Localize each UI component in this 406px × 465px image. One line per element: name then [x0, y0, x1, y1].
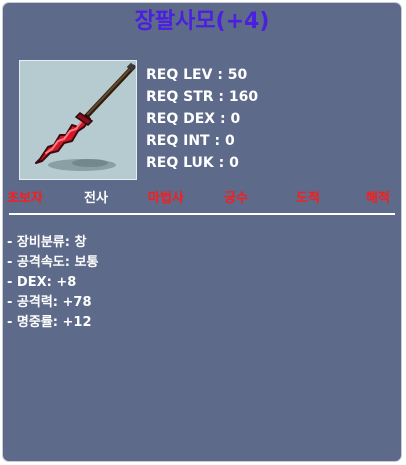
- job-restrictions: 초보자 전사 마법사 궁수 도적 해적: [3, 190, 401, 212]
- item-title: 장팔사모(+4): [134, 9, 270, 34]
- job-magician: 마법사: [148, 191, 184, 206]
- stat-attack-speed: - 공격속도: 보통: [7, 255, 99, 270]
- req-level: REQ LEV : 50: [146, 67, 248, 83]
- job-beginner: 초보자: [7, 191, 43, 206]
- item-image-frame: [19, 60, 137, 180]
- req-dex: REQ DEX : 0: [146, 111, 241, 127]
- stat-equip-type: - 장비분류: 창: [7, 235, 87, 250]
- item-tooltip-panel: 장팔사모(+4) REQ LEV : 50 REQ STR : 160 REQ …: [3, 3, 401, 461]
- red-spear-icon: [35, 62, 136, 171]
- req-int: REQ INT : 0: [146, 133, 235, 149]
- stat-attack: - 공격력: +78: [7, 295, 92, 310]
- item-stats-list: - 장비분류: 창 - 공격속도: 보통 - DEX: +8 - 공격력: +7…: [7, 233, 98, 333]
- requirements-list: REQ LEV : 50 REQ STR : 160 REQ DEX : 0 R…: [146, 64, 258, 174]
- job-warrior: 전사: [84, 191, 108, 206]
- job-thief: 도적: [296, 191, 320, 206]
- req-str: REQ STR : 160: [146, 89, 259, 105]
- job-bowman: 궁수: [224, 191, 248, 206]
- req-luk: REQ LUK : 0: [146, 155, 239, 171]
- divider: [9, 213, 395, 215]
- stat-dex: - DEX: +8: [7, 275, 77, 290]
- stat-accuracy: - 명중률: +12: [7, 315, 92, 330]
- job-pirate: 해적: [366, 191, 390, 206]
